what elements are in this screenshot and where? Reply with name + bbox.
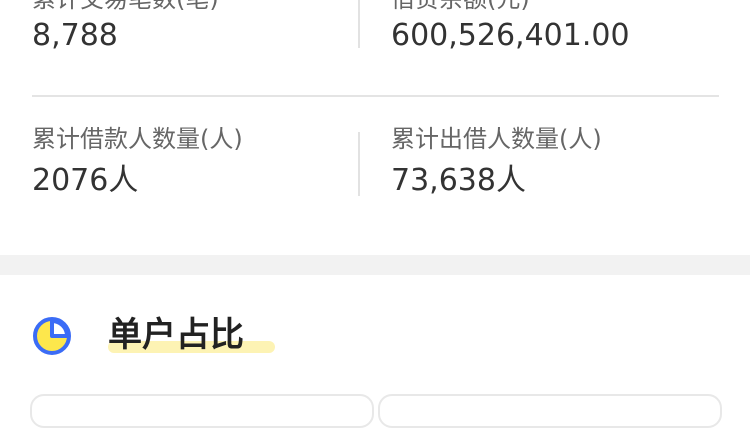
divider <box>358 0 360 48</box>
section-title-text: 单户占比 <box>108 315 244 355</box>
stats-card: 累计交易笔数(笔) 8,788 借贷余额(元) 600,526,401.00 累… <box>0 0 750 255</box>
row-divider <box>32 95 719 97</box>
ratio-sub-card[interactable] <box>378 394 722 428</box>
stat-total-lenders: 累计出借人数量(人) 73,638人 <box>391 124 602 199</box>
stat-label: 累计出借人数量(人) <box>391 125 602 153</box>
section-title: 单户占比 <box>108 313 275 357</box>
section-gap <box>0 255 750 275</box>
pie-chart-icon <box>33 317 71 355</box>
stat-label: 借贷余额(元) <box>391 0 630 14</box>
stat-value: 8,788 <box>32 18 118 53</box>
stat-loan-balance: 借贷余额(元) 600,526,401.00 <box>391 0 630 54</box>
stat-total-transactions: 累计交易笔数(笔) 8,788 <box>32 0 219 54</box>
stat-label: 累计交易笔数(笔) <box>32 0 219 14</box>
ratio-sub-card[interactable] <box>30 394 374 428</box>
stat-value: 2076人 <box>32 163 139 198</box>
stat-value: 600,526,401.00 <box>391 18 630 53</box>
stat-label: 累计借款人数量(人) <box>32 125 243 153</box>
stat-total-borrowers: 累计借款人数量(人) 2076人 <box>32 124 243 199</box>
divider <box>358 132 360 196</box>
stat-value: 73,638人 <box>391 163 526 198</box>
